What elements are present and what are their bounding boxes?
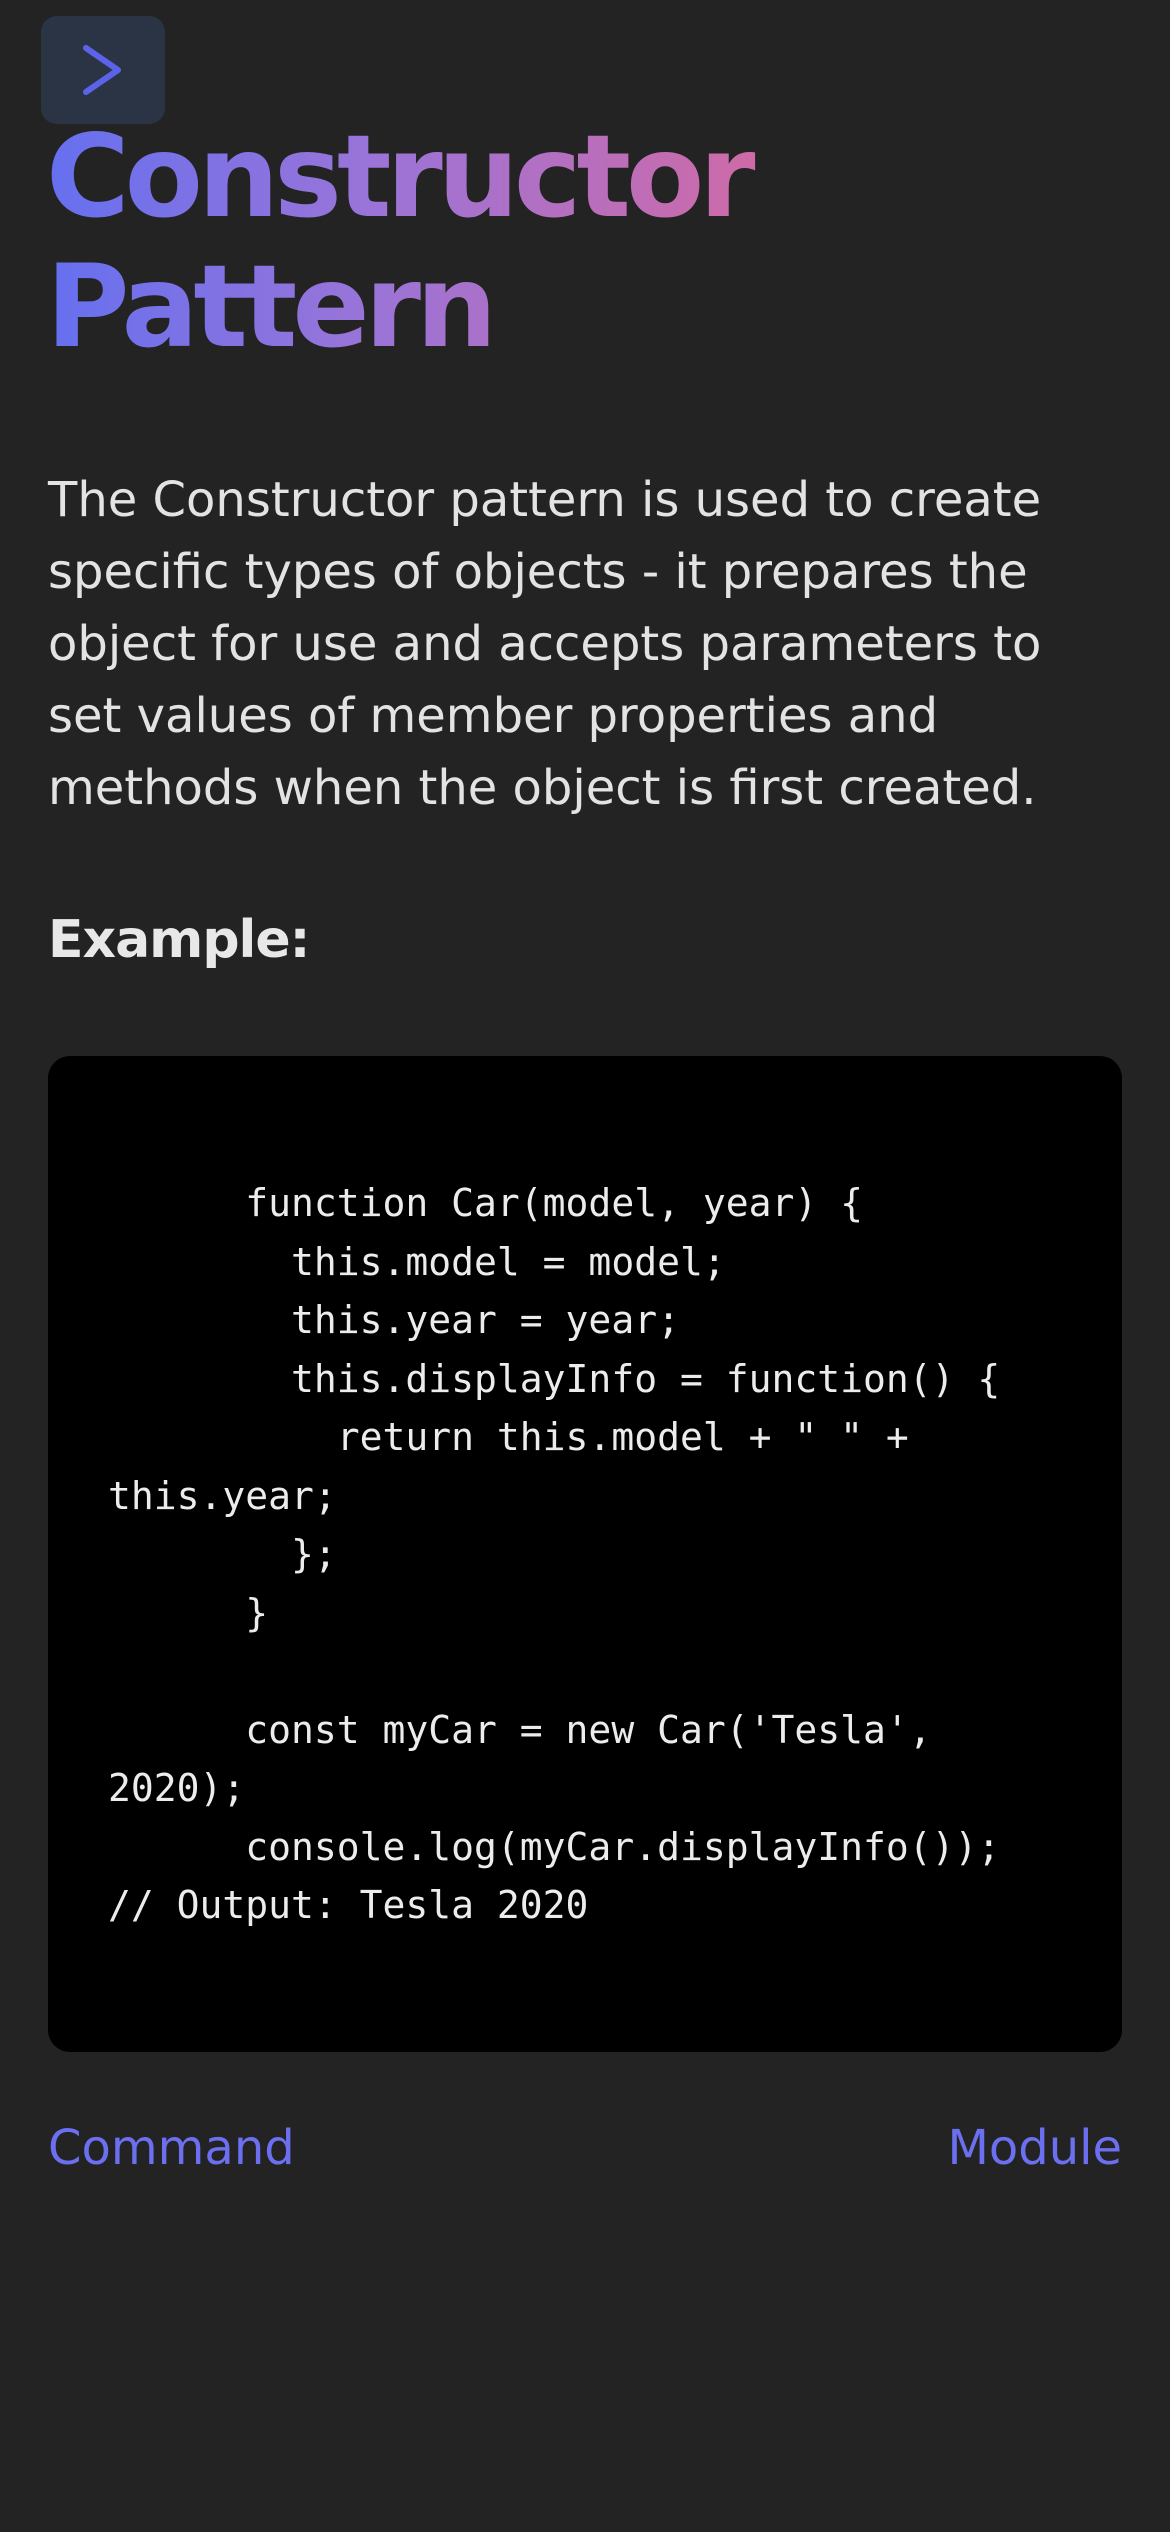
example-heading: Example: xyxy=(48,910,310,970)
menu-toggle-button[interactable] xyxy=(41,16,165,124)
prev-pattern-link[interactable]: Command xyxy=(48,2112,295,2184)
pattern-description: The Constructor pattern is used to creat… xyxy=(48,472,1042,816)
next-pattern-link[interactable]: Module xyxy=(947,2112,1122,2184)
code-snippet: function Car(model, year) { this.model =… xyxy=(108,1181,1001,1927)
page-title: Constructor Pattern xyxy=(46,112,1126,372)
chevron-right-icon xyxy=(83,45,121,95)
page-title-line-2: Pattern xyxy=(46,240,493,373)
code-block: function Car(model, year) { this.model =… xyxy=(48,1056,1122,2052)
page-title-line-1: Constructor xyxy=(46,110,751,243)
